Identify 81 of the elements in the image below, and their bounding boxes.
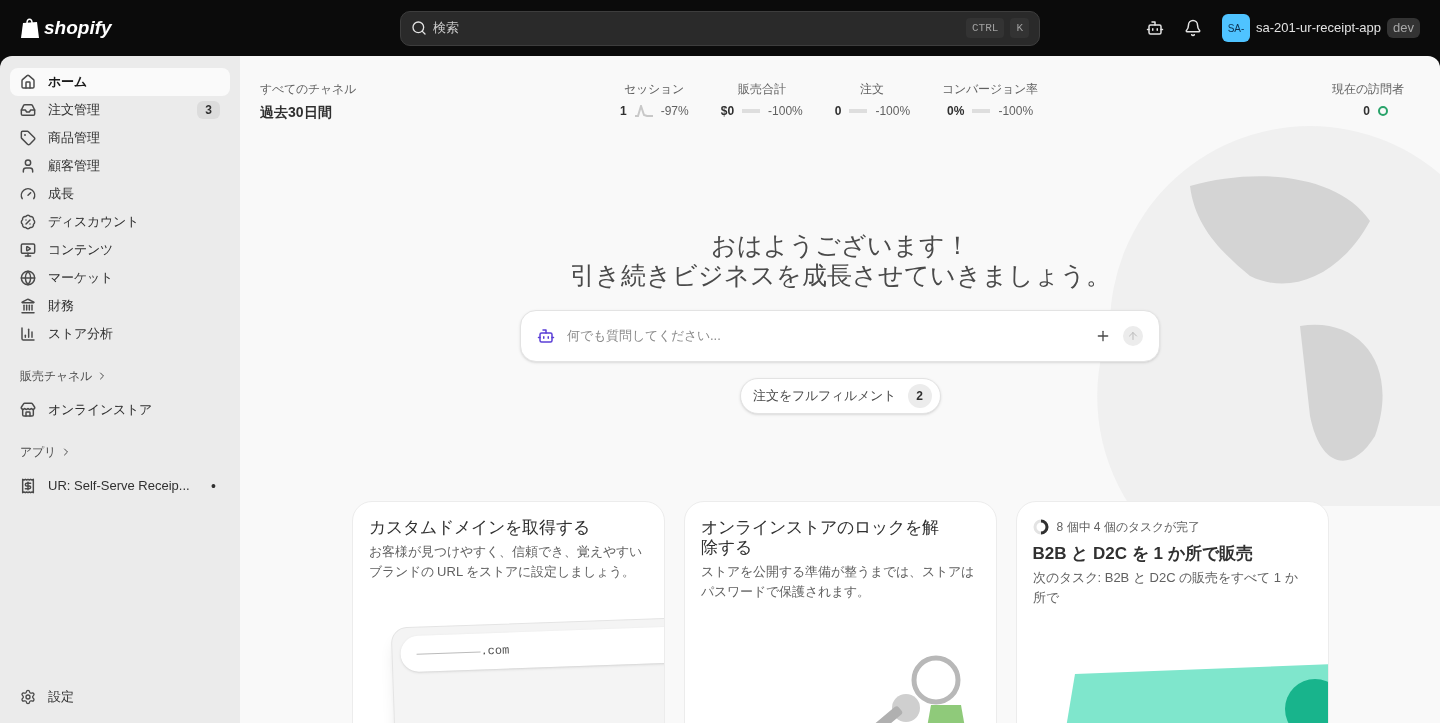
status-dot: • [210, 476, 217, 496]
settings-item[interactable]: 設定 [10, 683, 230, 711]
metric[interactable]: セッション 1 -97% [620, 80, 689, 120]
sidebar-item[interactable]: 注文管理 3 [10, 96, 230, 124]
progress-text: 8 個中 4 個のタスクが完了 [1056, 519, 1200, 536]
sidebar-item[interactable]: マーケット [10, 264, 230, 292]
sidebar-item[interactable]: ディスカウント [10, 208, 230, 236]
environment-badge: dev [1387, 18, 1420, 38]
card-title: B2B と D2C を 1 か所で販売 [1032, 544, 1254, 564]
metric[interactable]: 注文 0 -100% [834, 80, 911, 120]
sidebar-item[interactable]: 顧客管理 [10, 152, 230, 180]
sidebar-item[interactable]: コンテンツ [10, 236, 230, 264]
visitor-count: 0 [1363, 103, 1370, 120]
card-description: お客様が見つけやすく、信頼でき、覚えやすいブランドの URL をストアに設定しましょう。 [368, 543, 643, 581]
task-card[interactable]: 8 個中 4 個のタスクが完了 B2B と D2C を 1 か所で販売 次のタスク: B2B と D2C の販売をすべて 1 か所で [1015, 501, 1329, 723]
metric-value: 0% [947, 103, 965, 120]
logo-text[interactable]: shopify [44, 13, 112, 43]
section-heading[interactable]: アプリ [10, 440, 82, 464]
metric-value: 1 [620, 103, 627, 120]
card-description: ストアを公開する準備が整うまでは、ストアはパスワードで保護されます。 [700, 563, 975, 601]
metric-change: -100% [875, 103, 911, 120]
sidebar-item[interactable]: ストア分析 [10, 320, 230, 348]
section-heading[interactable]: 販売チャネル [10, 364, 118, 388]
metric-change: -97% [660, 103, 689, 120]
percent-badge-icon [20, 214, 36, 230]
sidebar-item[interactable]: 成長 [10, 180, 230, 208]
bar-chart-icon [20, 326, 36, 342]
date-range[interactable]: 過去30日間 [260, 102, 332, 123]
bell-icon[interactable] [1184, 19, 1202, 37]
sparkline-drawing [634, 105, 653, 117]
count-badge: 3 [197, 101, 220, 119]
task-card[interactable]: オンラインストアのロックを解除する ストアを公開する準備が整うまでは、ストアはパスワードで保護されます。 [683, 501, 997, 723]
card-title: カスタムドメインを取得する [368, 518, 591, 538]
sidebar-item[interactable]: ホーム [10, 68, 230, 96]
home-icon [20, 74, 36, 90]
metric-change: -100% [998, 103, 1034, 120]
fulfill-orders-button[interactable]: 注文をフルフィルメント 2 [739, 378, 941, 414]
ask-field[interactable]: 何でも質問してください... [567, 326, 1083, 346]
arrow-up-icon [1127, 330, 1139, 342]
progress-ring [1032, 519, 1049, 535]
store-menu[interactable]: SA- sa-201-ur-receipt-app dev [1222, 14, 1420, 42]
tag-icon [20, 130, 36, 146]
shortcut-key: K [1010, 17, 1029, 39]
search-bar[interactable]: 検索 CTRL K [400, 10, 1040, 46]
settings-icon [20, 689, 36, 705]
inbox-icon [20, 102, 36, 118]
domain-field: .com [399, 625, 664, 673]
person-icon [20, 158, 36, 174]
monitor-icon [20, 242, 36, 258]
add-icon[interactable] [1095, 328, 1111, 344]
search-field[interactable]: 検索 [433, 18, 960, 38]
card-title: オンラインストアのロックを解除する [700, 518, 940, 558]
gauge-icon [20, 186, 36, 202]
channel-filter[interactable]: すべてのチャネル [260, 80, 356, 98]
greeting: おはようございます！ 引き続きビジネスを成長させていきましょう。 [569, 230, 1111, 290]
assistant-icon[interactable] [1146, 19, 1164, 37]
ask-bar[interactable]: 何でも質問してください... [520, 310, 1160, 362]
sidebar-item[interactable]: 商品管理 [10, 124, 230, 152]
sidebar-item[interactable]: オンラインストア [10, 396, 230, 424]
live-indicator-icon [1378, 106, 1388, 116]
metric-value: 0 [834, 103, 842, 120]
sidebar-item[interactable]: 財務 [10, 292, 230, 320]
globe-icon [20, 270, 36, 286]
metric[interactable]: コンバージョン率 0% -100% [942, 80, 1039, 120]
store-avatar: SA- [1222, 14, 1250, 42]
metric[interactable]: 販売合計 $0 -100% [720, 80, 803, 120]
count-badge: 2 [907, 384, 932, 408]
assistant-icon [537, 327, 555, 345]
card-description: 次のタスク: B2B と D2C の販売をすべて 1 か所で [1032, 569, 1299, 607]
sidebar-item[interactable]: UR: Self-Serve Receip... • [10, 472, 230, 500]
task-card[interactable]: カスタムドメインを取得する お客様が見つけやすく、信頼でき、覚えやすいブランドの URL をストアに設定しましょう。 .com [351, 501, 665, 723]
shortcut-key: CTRL [966, 17, 1005, 39]
receipt-icon [20, 478, 36, 494]
store-name: sa-201-ur-receipt-app [1256, 19, 1382, 38]
search-icon [411, 20, 427, 36]
store-icon [20, 402, 36, 418]
metric-value: $0 [720, 103, 735, 120]
live-visitors[interactable]: 現在の訪問者 0 [1332, 80, 1404, 120]
shopping-bag-logo-icon [20, 17, 40, 39]
metric-change: -100% [768, 103, 803, 120]
bank-icon [20, 298, 36, 314]
